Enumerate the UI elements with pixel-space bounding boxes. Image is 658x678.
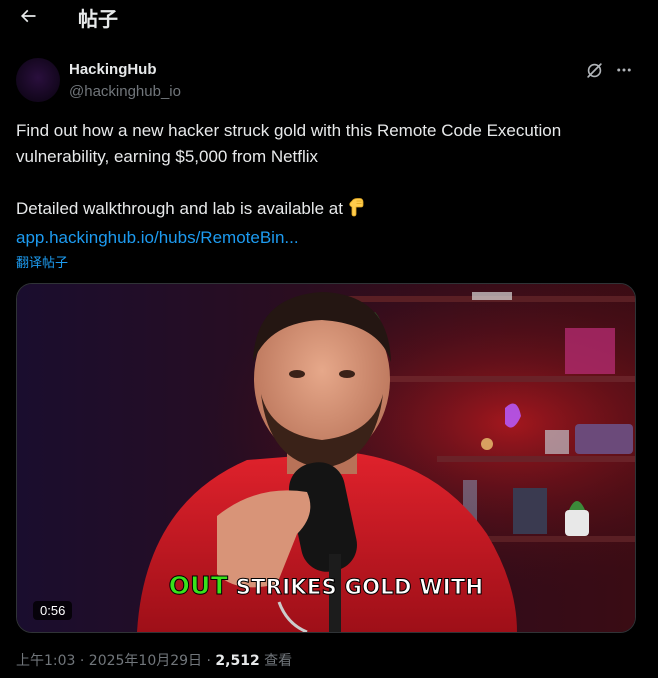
tweet-meta: 上午1:03 · 2025年10月29日 · 2,512 查看 (16, 650, 292, 670)
caption-text: STRIKES GOLD WITH (235, 575, 484, 600)
tweet-link[interactable]: app.hackinghub.io/hubs/RemoteBin... (16, 228, 299, 247)
more-horizontal-icon (617, 68, 631, 72)
author-handle[interactable]: @hackinghub_io (69, 83, 181, 100)
tweet-author: HackingHub @hackinghub_io (16, 56, 642, 104)
translate-post-link[interactable]: 翻译帖子 (16, 252, 68, 271)
tweet-paragraph-2-text: Detailed walkthrough and lab is availabl… (16, 199, 343, 218)
meta-separator: · (206, 653, 211, 669)
tweet-timestamp[interactable]: 上午1:03 · 2025年10月29日 (16, 653, 202, 669)
pointing-down-emoji-icon (347, 197, 365, 225)
grok-button[interactable] (582, 58, 606, 82)
tweet-paragraph-2: Detailed walkthrough and lab is availabl… (16, 196, 642, 225)
tweet-text: Find out how a new hacker struck gold wi… (16, 118, 642, 251)
grok-icon (586, 62, 602, 78)
back-button[interactable] (14, 2, 42, 30)
video-player[interactable]: OUT STRIKES GOLD WITH 0:56 (16, 283, 636, 633)
top-bar: 帖子 (0, 0, 658, 34)
more-options-button[interactable] (612, 58, 636, 82)
caption-highlight: OUT (168, 571, 229, 601)
hackinghub-logo-icon (26, 66, 50, 94)
video-duration-badge: 0:56 (33, 601, 73, 620)
arrow-left-icon (20, 9, 36, 23)
video-caption: OUT STRIKES GOLD WITH (17, 571, 635, 601)
view-count-label: 查看 (264, 653, 293, 669)
view-count: 2,512 (215, 653, 260, 669)
author-display-name[interactable]: HackingHub (69, 61, 157, 78)
page-title: 帖子 (78, 7, 118, 31)
avatar[interactable] (16, 58, 60, 102)
tweet-paragraph-1: Find out how a new hacker struck gold wi… (16, 121, 562, 166)
